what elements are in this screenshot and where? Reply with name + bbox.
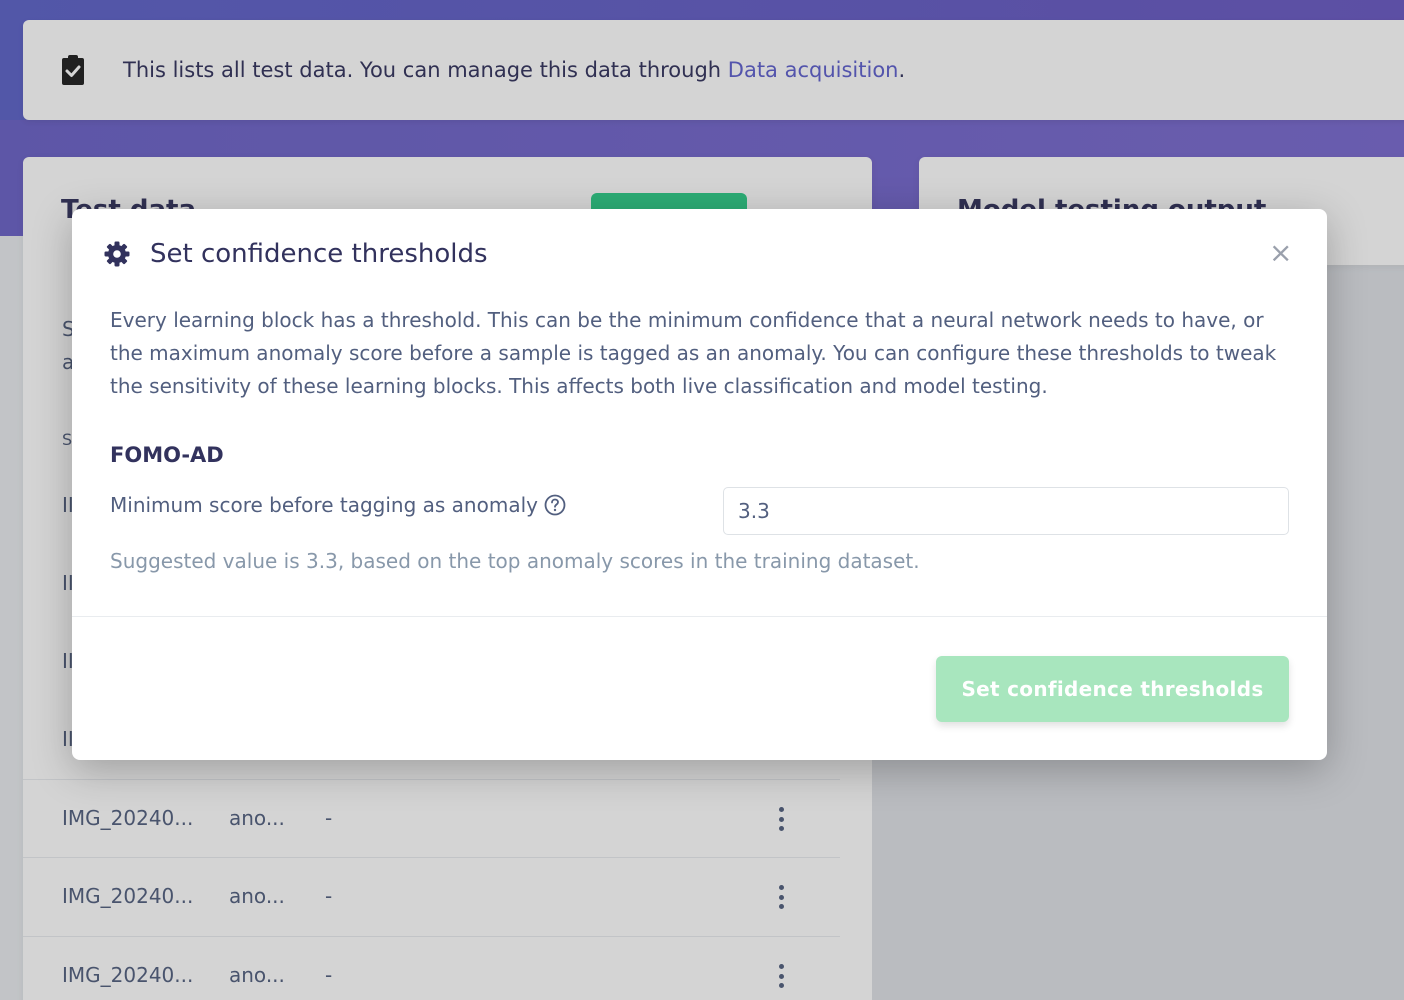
threshold-label: Minimum score before tagging as anomaly — [110, 493, 566, 517]
confidence-thresholds-modal: Set confidence thresholds × Every learni… — [72, 209, 1327, 760]
modal-header: Set confidence thresholds — [104, 239, 488, 269]
suggested-value-hint: Suggested value is 3.3, based on the top… — [110, 549, 920, 573]
close-button[interactable]: × — [1269, 239, 1292, 267]
threshold-input[interactable] — [723, 487, 1289, 535]
modal-description: Every learning block has a threshold. Th… — [110, 308, 1277, 398]
modal-divider — [72, 616, 1327, 617]
help-icon[interactable] — [544, 494, 566, 516]
learning-block-name: FOMO-AD — [110, 443, 224, 467]
modal-title: Set confidence thresholds — [150, 239, 488, 269]
gear-icon — [104, 241, 130, 267]
set-thresholds-button[interactable]: Set confidence thresholds — [936, 656, 1289, 722]
